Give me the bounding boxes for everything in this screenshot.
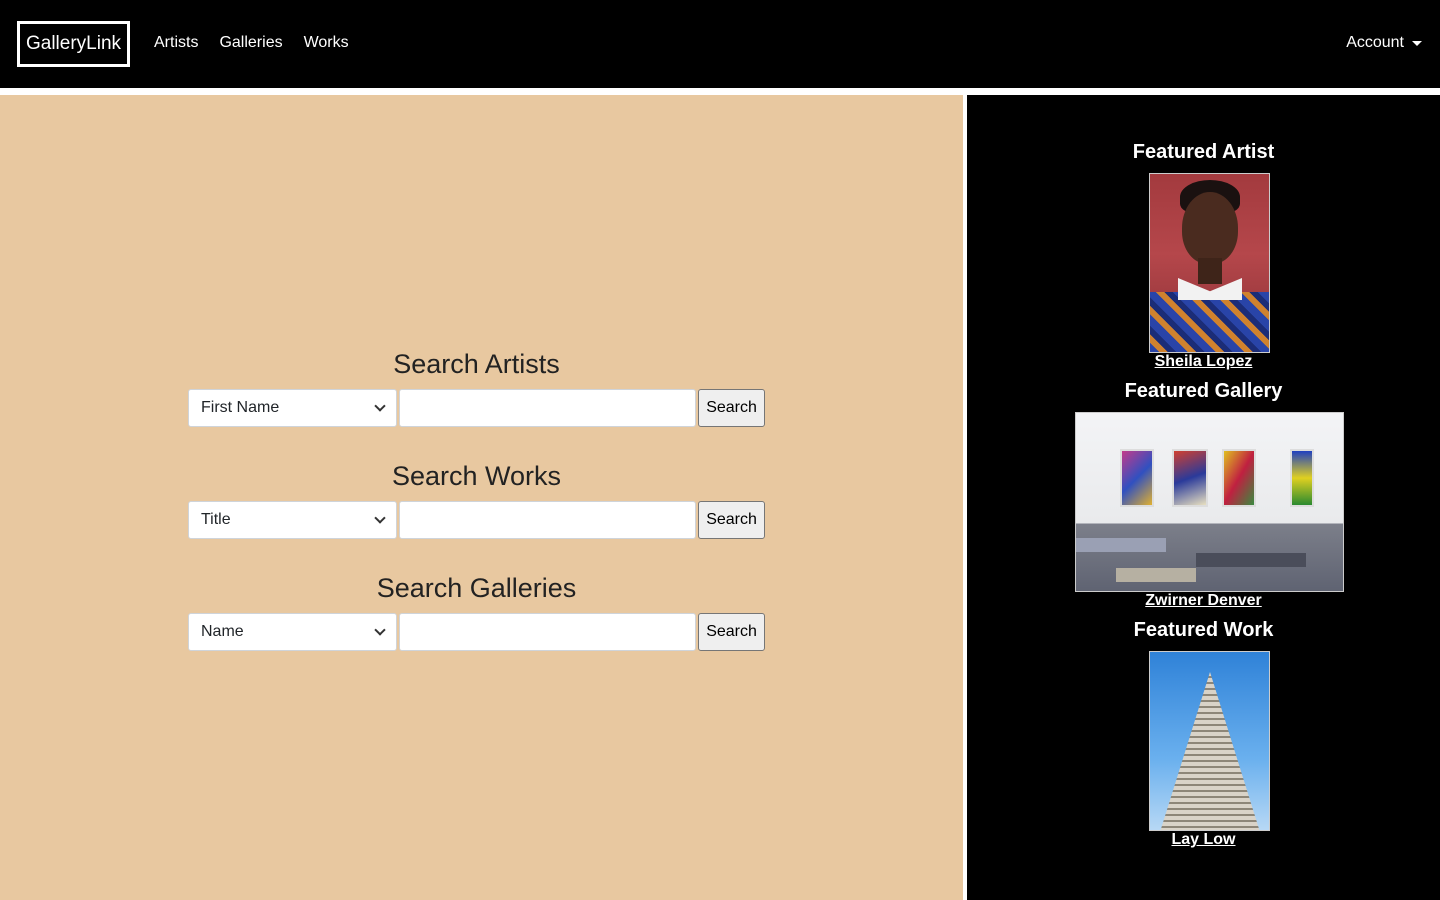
featured-gallery-title: Featured Gallery [1124,380,1283,402]
search-galleries-button[interactable]: Search [698,613,765,651]
navbar: GalleryLink Artists Galleries Works Acco… [0,0,1440,88]
search-artists-input[interactable] [398,389,697,427]
search-galleries-field-select[interactable]: Name [188,613,397,651]
search-galleries-title: Search Galleries [376,573,577,603]
nav-link-artists[interactable]: Artists [154,34,198,52]
search-works-title: Search Works [391,461,562,491]
chevron-down-icon [373,624,386,636]
search-artists-title: Search Artists [393,349,560,379]
account-dropdown[interactable]: Account [1346,34,1422,52]
featured-artist-link[interactable]: Sheila Lopez [967,353,1440,371]
featured-gallery-image[interactable] [1075,412,1344,592]
brand-logo[interactable]: GalleryLink [17,21,130,67]
featured-work-link[interactable]: Lay Low [967,831,1440,849]
search-works-button[interactable]: Search [698,501,765,539]
select-value: Title [201,511,231,528]
featured-sidebar: Featured Artist Sheila Lopez Featured Ga… [967,95,1440,900]
search-works-field-select[interactable]: Title [188,501,397,539]
search-galleries-input[interactable] [398,613,697,651]
chevron-down-icon [373,512,386,524]
nav-link-galleries[interactable]: Galleries [219,34,282,52]
search-artists-row: First Name Search [188,389,765,427]
search-galleries-section: Search Galleries Name Search [188,571,765,651]
search-works-input[interactable] [398,501,697,539]
select-value: First Name [201,399,280,416]
nav-links: Artists Galleries Works [154,34,349,52]
featured-work-image[interactable] [1149,651,1270,831]
caret-down-icon [1412,40,1422,46]
search-works-row: Title Search [188,501,765,539]
chevron-down-icon [373,400,386,412]
search-galleries-row: Name Search [188,613,765,651]
search-works-section: Search Works Title Search [188,459,765,539]
featured-artist-image[interactable] [1149,173,1270,353]
select-value: Name [201,623,244,640]
account-label: Account [1346,34,1404,51]
nav-link-works[interactable]: Works [304,34,349,52]
search-artists-button[interactable]: Search [698,389,765,427]
search-artists-field-select[interactable]: First Name [188,389,397,427]
featured-gallery-link[interactable]: Zwirner Denver [967,592,1440,610]
featured-work-title: Featured Work [1133,619,1274,641]
featured-artist-title: Featured Artist [1132,141,1275,163]
search-artists-section: Search Artists First Name Search [188,347,765,427]
search-panel: Search Artists First Name Search Search … [0,95,963,900]
